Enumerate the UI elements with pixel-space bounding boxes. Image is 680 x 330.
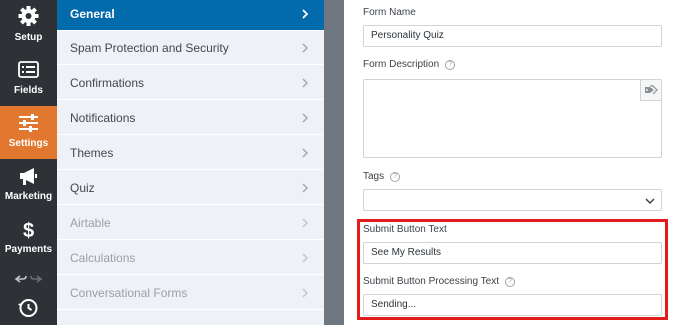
menu-item-label: Quiz: [70, 181, 95, 195]
chevron-right-icon: [302, 43, 309, 53]
menu-item-label: Conversational Forms: [70, 286, 188, 300]
sidebar-item-label: Settings: [8, 138, 49, 149]
menu-item-more[interactable]: [57, 311, 324, 325]
revision-history-button[interactable]: [0, 292, 57, 325]
sidebar-item-label: Setup: [14, 32, 43, 43]
highlight-box: [357, 219, 668, 320]
undo-icon[interactable]: [14, 275, 27, 283]
builder-sidebar: Setup Fields Settings Marketing $ Paymen…: [0, 0, 57, 325]
sidebar-item-label: Payments: [4, 244, 53, 255]
chevron-right-icon: [302, 78, 309, 88]
chevron-right-icon: [302, 218, 309, 228]
history-icon: [18, 299, 38, 317]
sidebar-item-payments[interactable]: $ Payments: [0, 212, 57, 265]
tags-select[interactable]: [363, 189, 662, 211]
menu-item-label: Themes: [70, 146, 114, 160]
sidebar-item-label: Marketing: [4, 191, 53, 202]
form-name-value: Personality Quiz: [371, 30, 444, 41]
menu-item-label: Spam Protection and Security: [70, 41, 229, 55]
sidebar-item-marketing[interactable]: Marketing: [0, 159, 57, 212]
chevron-right-icon: [302, 113, 309, 123]
redo-icon[interactable]: [30, 275, 43, 283]
sidebar-item-setup[interactable]: Setup: [0, 0, 57, 53]
form-description-label-row: Form Description?: [363, 59, 456, 70]
smart-tags-button[interactable]: [640, 80, 661, 101]
sidebar-item-settings[interactable]: Settings: [0, 106, 57, 159]
menu-item-conversational-forms[interactable]: Conversational Forms: [57, 276, 324, 310]
chevron-right-icon: [302, 148, 309, 158]
menu-item-label: Notifications: [70, 111, 136, 125]
sidebar-item-label: Fields: [14, 85, 43, 96]
settings-menu: General Spam Protection and Security Con…: [57, 0, 324, 325]
chevron-right-icon: [302, 9, 309, 19]
help-icon[interactable]: ?: [390, 172, 401, 182]
gear-icon: [0, 6, 57, 30]
form-description-label: Form Description: [363, 59, 440, 70]
menu-item-confirmations[interactable]: Confirmations: [57, 66, 324, 100]
menu-item-themes[interactable]: Themes: [57, 136, 324, 170]
menu-item-notifications[interactable]: Notifications: [57, 101, 324, 135]
menu-item-quiz[interactable]: Quiz: [57, 171, 324, 205]
tags-label: Tags: [363, 171, 385, 182]
sliders-icon: [0, 112, 57, 136]
menu-item-general[interactable]: General: [57, 0, 324, 31]
chevron-right-icon: [302, 253, 309, 263]
dollar-icon: $: [0, 218, 57, 242]
form-name-label: Form Name: [363, 7, 416, 18]
menu-item-label: Calculations: [70, 251, 136, 265]
form-name-input[interactable]: Personality Quiz: [363, 25, 662, 47]
panel-divider: [324, 0, 344, 325]
undo-redo-group: [0, 266, 57, 290]
tag-icon: [645, 85, 658, 95]
tags-label-row: Tags?: [363, 171, 401, 182]
menu-item-calculations[interactable]: Calculations: [57, 241, 324, 275]
help-icon[interactable]: ?: [445, 60, 456, 70]
megaphone-icon: [0, 165, 57, 189]
menu-item-spam-protection[interactable]: Spam Protection and Security: [57, 31, 324, 65]
svg-text:$: $: [23, 220, 34, 242]
menu-item-label: General: [70, 7, 115, 21]
sidebar-item-fields[interactable]: Fields: [0, 53, 57, 106]
menu-item-label: Confirmations: [70, 76, 145, 90]
chevron-right-icon: [302, 183, 309, 193]
chevron-down-icon: [645, 198, 655, 205]
chevron-right-icon: [302, 288, 309, 298]
menu-item-label: Airtable: [70, 216, 111, 230]
list-icon: [0, 59, 57, 83]
menu-item-airtable[interactable]: Airtable: [57, 206, 324, 240]
form-description-textarea[interactable]: [363, 79, 662, 158]
